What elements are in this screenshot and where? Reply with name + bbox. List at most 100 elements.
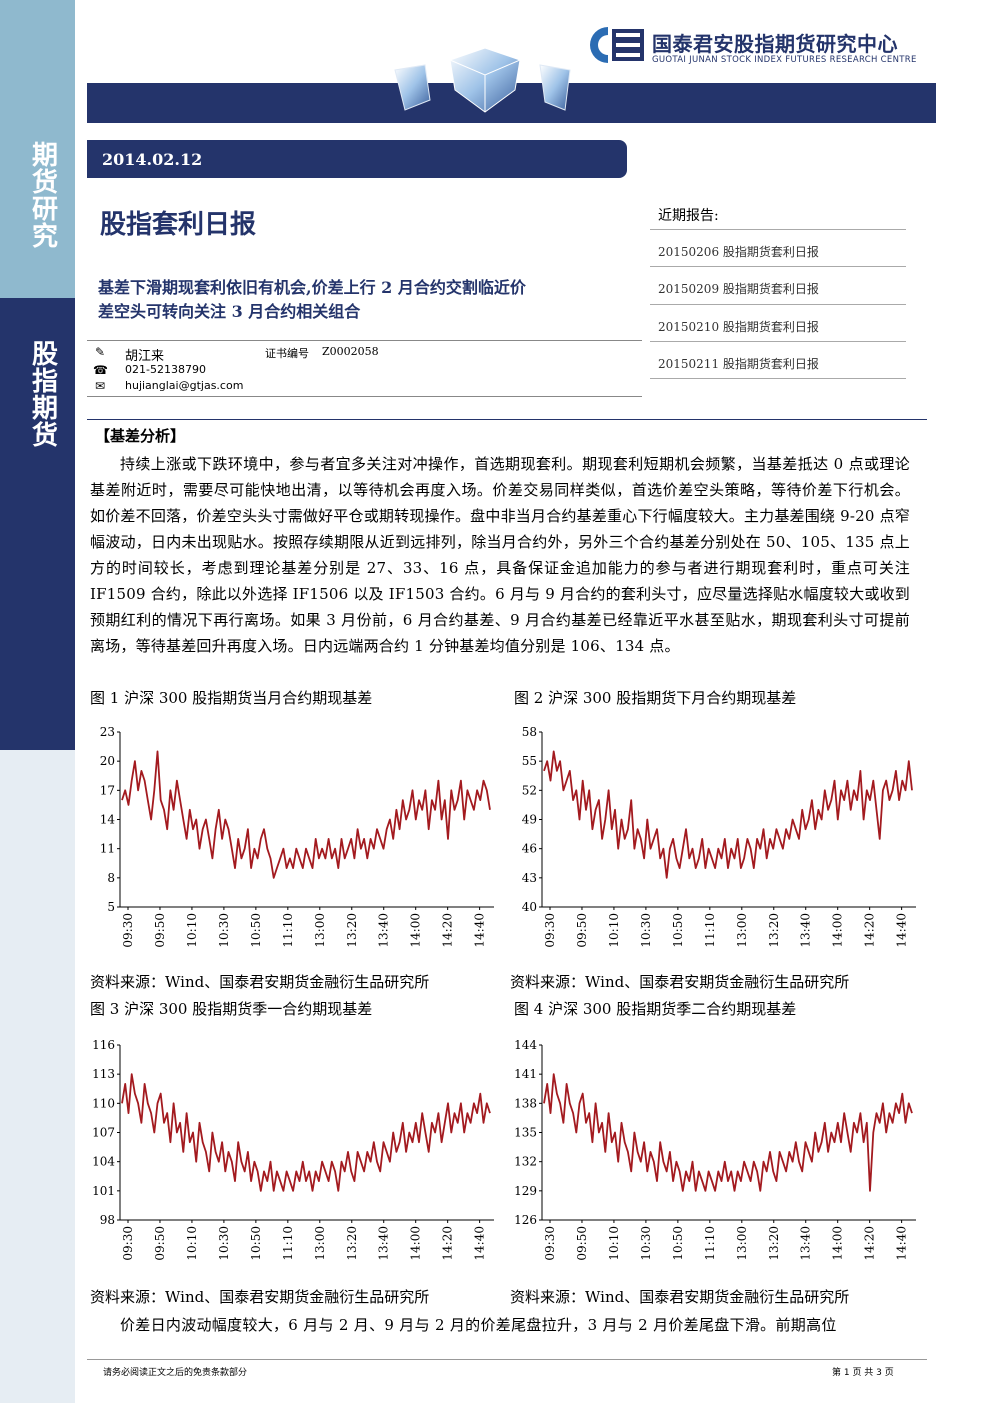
org-name-cn: 国泰君安股指期货研究中心 bbox=[652, 32, 898, 56]
series-line bbox=[121, 750, 491, 879]
x-tick-label: 14:40 bbox=[895, 913, 909, 948]
chart-4-svg: 126 129 132 135 138 141 144 09:30 09:50 10:10 10:3… bbox=[514, 1038, 916, 1261]
x-tick-label: 09:30 bbox=[121, 913, 135, 948]
sidebar-bottom-band bbox=[0, 750, 75, 1403]
diamond-gems-icon bbox=[394, 47, 571, 113]
figure-2-chart: 40 43 46 49 52 55 58 09:30 09:50 10:10 10:30 10:50 1… bbox=[510, 712, 930, 967]
series-line bbox=[121, 1073, 491, 1192]
org-logo-icon bbox=[590, 27, 644, 63]
y-tick-label: 144 bbox=[514, 1038, 537, 1052]
x-tick-label: 14:00 bbox=[831, 1226, 845, 1261]
y-tick-label: 138 bbox=[514, 1096, 537, 1110]
x-tick-label: 13:00 bbox=[735, 1226, 749, 1261]
x-tick-label: 09:30 bbox=[543, 1226, 557, 1261]
x-tick-label: 11:10 bbox=[281, 913, 295, 948]
x-tick-label: 13:20 bbox=[345, 1226, 359, 1261]
section-body-continued: 价差日内波动幅度较大，6 月与 2 月、9 月与 2 月的价差尾盘拉升，3 月与… bbox=[120, 1316, 837, 1334]
y-tick-label: 17 bbox=[100, 783, 115, 797]
cert-number: Z0002058 bbox=[322, 345, 379, 358]
y-tick-label: 126 bbox=[514, 1213, 537, 1227]
x-tick-label: 10:50 bbox=[671, 1226, 685, 1261]
x-tick-label: 13:00 bbox=[735, 913, 749, 948]
cert-label: 证书编号 bbox=[265, 347, 309, 360]
y-tick-label: 113 bbox=[92, 1067, 115, 1081]
section-body: 持续上涨或下跌环境中，参与者宜多关注对冲操作，首选期现套利。期现套利短期机会频繁… bbox=[90, 455, 910, 655]
x-tick-label: 13:20 bbox=[767, 1226, 781, 1261]
x-tick-label: 14:40 bbox=[895, 1226, 909, 1261]
x-tick-label: 09:30 bbox=[121, 1226, 135, 1261]
x-tick-label: 13:00 bbox=[313, 1226, 327, 1261]
figure-4-chart: 126 129 132 135 138 141 144 09:30 09:50 10:10 10:3… bbox=[510, 1025, 930, 1280]
x-tick-label: 13:40 bbox=[377, 1226, 391, 1261]
figure-4-title: 图 4 沪深 300 股指期货季二合约期现基差 bbox=[514, 1000, 797, 1018]
chart-2-svg: 40 43 46 49 52 55 58 09:30 09:50 10:10 10:30 10:50 1… bbox=[522, 725, 916, 948]
y-tick-label: 43 bbox=[522, 871, 537, 885]
x-tick-label: 13:40 bbox=[377, 913, 391, 948]
x-tick-label: 14:00 bbox=[831, 913, 845, 948]
y-tick-label: 49 bbox=[522, 813, 537, 827]
y-tick-label: 40 bbox=[522, 900, 537, 914]
y-tick-label: 8 bbox=[107, 871, 115, 885]
author-phone: 021-52138790 bbox=[125, 363, 206, 376]
x-tick-label: 09:50 bbox=[575, 1226, 589, 1261]
recent-report-item[interactable]: 20150211 股指期货套利日报 bbox=[658, 355, 819, 372]
report-title: 股指套利日报 bbox=[100, 210, 257, 240]
y-tick-label: 141 bbox=[514, 1067, 537, 1081]
sidebar-label-research: 期货研究 bbox=[31, 141, 58, 252]
author-name: 胡江来 bbox=[125, 349, 165, 364]
y-tick-label: 58 bbox=[522, 725, 537, 739]
author-email[interactable]: hujianglai@gtjas.com bbox=[125, 379, 243, 392]
recent-report-item[interactable]: 20150210 股指期货套利日报 bbox=[658, 318, 819, 335]
y-tick-label: 101 bbox=[92, 1184, 115, 1198]
x-tick-label: 13:00 bbox=[313, 913, 327, 948]
y-tick-label: 104 bbox=[92, 1155, 115, 1169]
x-tick-label: 09:50 bbox=[153, 1226, 167, 1261]
chart-3-svg: 98 101 104 107 110 113 116 09:30 09:50 10:10 10:30… bbox=[92, 1038, 494, 1261]
x-tick-label: 14:20 bbox=[441, 1226, 455, 1261]
x-tick-label: 14:20 bbox=[441, 913, 455, 948]
y-tick-label: 98 bbox=[100, 1213, 115, 1227]
figure-1-chart: 5 8 11 14 17 20 23 09:30 09:50 10:10 10:30 10:50 11:… bbox=[88, 712, 508, 967]
footer-disclaimer: 请务必阅读正文之后的免责条款部分 bbox=[103, 1368, 248, 1378]
figure-1-title: 图 1 沪深 300 股指期货当月合约期现基差 bbox=[90, 689, 373, 707]
section-title: 【基差分析】 bbox=[95, 427, 186, 445]
footer-divider bbox=[87, 1359, 927, 1360]
y-tick-label: 52 bbox=[522, 783, 537, 797]
recent-reports-heading: 近期报告: bbox=[658, 208, 719, 224]
series-line bbox=[543, 1073, 913, 1192]
y-tick-label: 135 bbox=[514, 1126, 537, 1140]
recent-report-item[interactable]: 20150209 股指期货套利日报 bbox=[658, 280, 819, 297]
y-tick-label: 11 bbox=[100, 842, 115, 856]
x-tick-label: 10:10 bbox=[607, 913, 621, 948]
x-tick-label: 11:10 bbox=[281, 1226, 295, 1261]
x-tick-label: 11:10 bbox=[703, 913, 717, 948]
phone-icon: ☎ bbox=[93, 363, 108, 377]
y-tick-label: 55 bbox=[522, 754, 537, 768]
x-tick-label: 10:50 bbox=[249, 1226, 263, 1261]
x-tick-label: 10:30 bbox=[217, 913, 231, 948]
x-tick-label: 14:00 bbox=[409, 1226, 423, 1261]
divider bbox=[650, 378, 906, 379]
footer-page-number: 第 1 页 共 3 页 bbox=[832, 1368, 894, 1378]
figure-2-source: 资料来源：Wind、国泰君安期货金融衍生品研究所 bbox=[510, 973, 850, 991]
recent-report-item[interactable]: 20150206 股指期货套利日报 bbox=[658, 243, 819, 260]
x-tick-label: 13:20 bbox=[767, 913, 781, 948]
x-tick-label: 10:10 bbox=[185, 1226, 199, 1261]
figure-1-source: 资料来源：Wind、国泰君安期货金融衍生品研究所 bbox=[90, 973, 430, 991]
y-tick-label: 116 bbox=[92, 1038, 115, 1052]
report-headline: 基差下滑期现套利依旧有机会,价差上行 2 月合约交割临近价 差空头可转向关注 3… bbox=[98, 278, 526, 321]
x-tick-label: 10:30 bbox=[639, 1226, 653, 1261]
y-tick-label: 110 bbox=[92, 1096, 115, 1110]
email-icon: ✉ bbox=[94, 379, 106, 393]
figure-3-chart: 98 101 104 107 110 113 116 09:30 09:50 10:10 10:30… bbox=[88, 1025, 508, 1280]
y-tick-label: 132 bbox=[514, 1155, 537, 1169]
x-tick-label: 13:40 bbox=[799, 1226, 813, 1261]
x-tick-label: 14:40 bbox=[473, 1226, 487, 1261]
sidebar-label-index-futures: 股指期货 bbox=[31, 340, 58, 451]
x-tick-label: 14:00 bbox=[409, 913, 423, 948]
pen-icon: ✎ bbox=[94, 345, 106, 359]
y-tick-label: 20 bbox=[100, 754, 115, 768]
x-tick-label: 13:40 bbox=[799, 913, 813, 948]
x-tick-label: 10:50 bbox=[671, 913, 685, 948]
y-tick-label: 23 bbox=[100, 725, 115, 739]
